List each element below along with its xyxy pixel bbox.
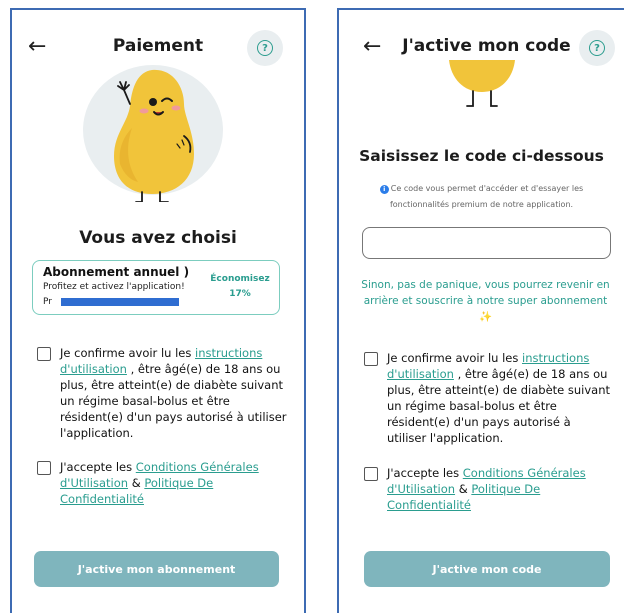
consent-checkbox-instructions[interactable] [364, 352, 378, 366]
consent-text: Je confirme avoir lu les instructions d'… [60, 346, 287, 440]
mascot-illustration [83, 65, 223, 202]
payment-screen: ← Paiement ? Vous avez choisi Abonnement… [10, 8, 306, 613]
savings-label: Économisez [210, 274, 270, 284]
activate-code-button[interactable]: J'active mon code [364, 551, 610, 587]
help-icon: ? [257, 40, 273, 56]
info-line-1: i Ce code vous permet d'accéder et d'essa… [339, 181, 624, 196]
consent-instructions: Je confirme avoir lu les instructions d'… [364, 350, 612, 446]
help-icon: ? [589, 40, 605, 56]
activate-code-screen: ← J'active mon code ? Saisissez le code … [337, 8, 624, 613]
fallback-message: Sinon, pas de panique, vous pourrez reve… [361, 279, 610, 323]
code-input[interactable] [362, 227, 611, 259]
plan-card[interactable]: Abonnement annuel ) Profitez et activez … [32, 260, 280, 315]
plan-name: Abonnement annuel ) [43, 265, 190, 279]
plan-price: Pr [43, 297, 52, 307]
info-line-2: fonctionnalités premium de notre applica… [389, 200, 574, 209]
consent-text: Je confirme avoir lu les instructions d'… [387, 351, 611, 445]
mascot-illustration [449, 60, 515, 107]
consent-checkbox-terms[interactable] [364, 467, 378, 481]
savings-value: 17% [229, 289, 251, 299]
consent-terms: J'accepte les Conditions Générales d'Uti… [37, 459, 292, 507]
section-heading: Saisissez le code ci-dessous [359, 147, 604, 165]
help-button[interactable]: ? [247, 30, 283, 66]
savings-badge: Économisez 17% [209, 272, 271, 302]
info-icon: i [379, 185, 389, 194]
help-button[interactable]: ? [579, 30, 615, 66]
consent-checkbox-terms[interactable] [37, 461, 51, 475]
consent-terms: J'accepte les Conditions Générales d'Uti… [364, 465, 612, 513]
terms-text: J'accepte les Conditions Générales d'Uti… [387, 466, 586, 512]
redaction-bar [61, 298, 179, 306]
section-heading: Vous avez choisi [79, 228, 237, 248]
activate-subscription-button[interactable]: J'active mon abonnement [34, 551, 279, 587]
consent-instructions: Je confirme avoir lu les instructions d'… [37, 345, 292, 441]
consent-checkbox-instructions[interactable] [37, 347, 51, 361]
terms-text: J'accepte les Conditions Générales d'Uti… [60, 460, 259, 506]
plan-subtitle: Profitez et activez l'application! [43, 282, 185, 292]
